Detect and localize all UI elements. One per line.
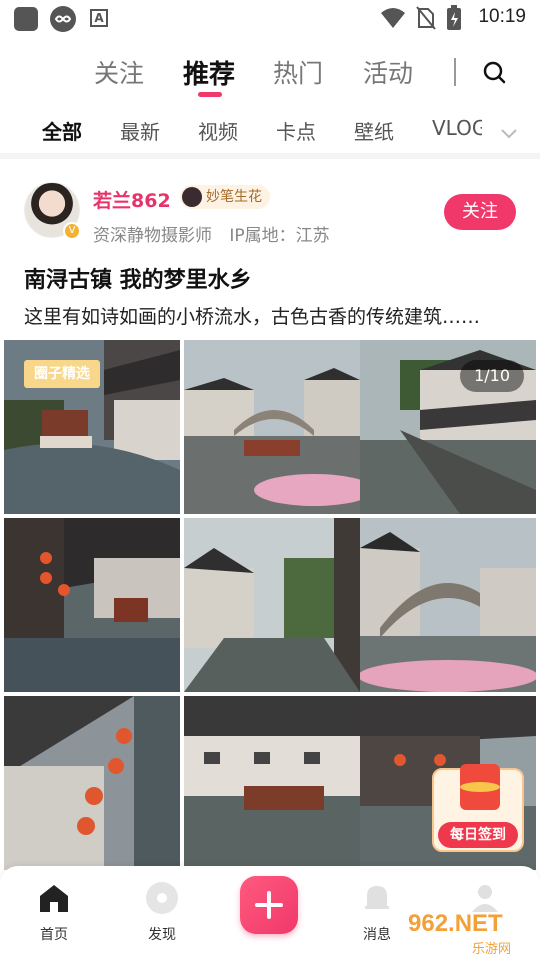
tag-medal-icon	[182, 187, 202, 207]
active-tab-indicator	[198, 92, 222, 97]
category-vlog[interactable]: VLOG	[432, 116, 482, 140]
tab-overflow-partial[interactable]	[454, 58, 466, 86]
create-post-button[interactable]	[240, 876, 298, 934]
user-bio-line: 资深静物摄影师 IP属地：江苏	[93, 221, 330, 246]
nav-discover-label: 发现	[148, 927, 176, 943]
watermark-subtext: 乐游网	[472, 942, 512, 957]
daily-checkin-label: 每日签到	[438, 822, 518, 848]
photo-6[interactable]	[360, 518, 536, 692]
status-bar: A 10:19	[0, 0, 540, 36]
nav-home-label: 首页	[40, 927, 68, 943]
no-sim-icon	[416, 6, 436, 30]
category-latest[interactable]: 最新	[120, 116, 160, 145]
user-tag: 妙笔生花	[180, 185, 270, 209]
ip-location: IP属地：江苏	[229, 226, 330, 246]
category-tabs: 全部 最新 视频 卡点 壁纸 VLOG	[0, 108, 540, 152]
status-time: 10:19	[478, 6, 526, 27]
section-divider	[0, 153, 540, 159]
tab-hot[interactable]: 热门	[273, 54, 323, 90]
infinity-icon	[50, 6, 76, 32]
plus-icon	[255, 891, 283, 919]
category-wallpaper[interactable]: 壁纸	[354, 116, 394, 145]
nav-discover[interactable]: 发现	[127, 880, 197, 944]
battery-charging-icon	[447, 5, 461, 30]
photo-7[interactable]	[4, 696, 180, 870]
discover-icon	[146, 882, 178, 914]
text-a-icon: A	[90, 9, 108, 27]
category-video[interactable]: 视频	[198, 116, 238, 145]
photo-4[interactable]	[4, 518, 180, 692]
top-tabs: 关注 推荐 热门 活动	[0, 48, 540, 102]
chevron-down-icon[interactable]	[498, 122, 520, 144]
photo-1[interactable]: 圈子精选	[4, 340, 180, 514]
featured-badge: 圈子精选	[24, 360, 100, 388]
image-count-badge: 1/10	[460, 360, 524, 392]
watermark-text: 962.NET	[408, 910, 503, 937]
photo-3[interactable]: 1/10	[360, 340, 536, 514]
user-bio: 资深静物摄影师	[93, 226, 212, 246]
daily-checkin-widget[interactable]: 每日签到	[432, 764, 524, 852]
post-description[interactable]: 这里有如诗如画的小桥流水，古色古香的传统建筑……	[24, 302, 480, 329]
user-tag-label: 妙笔生花	[206, 189, 262, 205]
bell-icon	[365, 886, 389, 909]
tab-recommended[interactable]: 推荐	[183, 54, 235, 91]
search-icon[interactable]	[478, 56, 512, 90]
nav-home[interactable]: 首页	[19, 880, 89, 944]
category-all[interactable]: 全部	[42, 116, 82, 145]
red-envelope-icon	[460, 764, 500, 810]
category-beat[interactable]: 卡点	[276, 116, 316, 145]
home-icon	[40, 885, 68, 912]
photo-8[interactable]	[184, 696, 360, 870]
wifi-icon	[381, 8, 405, 28]
username[interactable]: 若兰862	[93, 186, 171, 213]
photo-5[interactable]	[184, 518, 360, 692]
tab-events[interactable]: 活动	[363, 54, 413, 90]
tab-following[interactable]: 关注	[94, 54, 144, 90]
app-square-icon	[14, 7, 38, 31]
post-title[interactable]: 南浔古镇 我的梦里水乡	[24, 262, 252, 294]
photo-2[interactable]	[184, 340, 360, 514]
verified-badge-icon: V	[63, 222, 81, 240]
site-watermark: 962.NET 乐游网	[402, 910, 536, 957]
follow-button[interactable]: 关注	[444, 194, 516, 230]
